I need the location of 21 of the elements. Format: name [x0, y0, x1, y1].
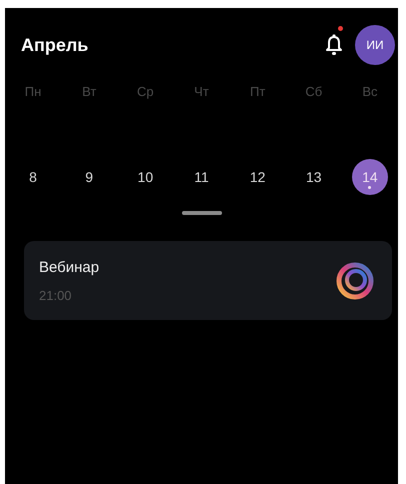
avatar-button[interactable]: ИИ [355, 25, 395, 65]
event-card[interactable]: Вебинар 21:00 [24, 241, 392, 320]
weekday-label: Вт [81, 84, 98, 99]
rings-icon [335, 260, 375, 300]
event-time: 21:00 [39, 288, 73, 302]
weekday-label: Сб [304, 84, 324, 99]
weekday-label: Ср [136, 84, 155, 99]
day-button[interactable]: 10 [127, 159, 164, 195]
drag-handle[interactable] [182, 211, 222, 215]
day-button[interactable]: 13 [296, 159, 332, 195]
weekday-label: Пн [24, 84, 42, 99]
day-button[interactable]: 12 [240, 159, 276, 195]
weekday-label: Чт [193, 84, 210, 99]
day-button[interactable]: 11 [183, 159, 220, 195]
event-title: Вебинар [39, 258, 100, 276]
month-title: Апрель [21, 34, 88, 56]
day-button[interactable]: 9 [71, 159, 108, 195]
bell-icon [325, 34, 343, 56]
weekday-label: Пт [248, 84, 266, 99]
day-button[interactable]: 8 [15, 159, 52, 195]
weekday-label: Вс [361, 84, 378, 99]
